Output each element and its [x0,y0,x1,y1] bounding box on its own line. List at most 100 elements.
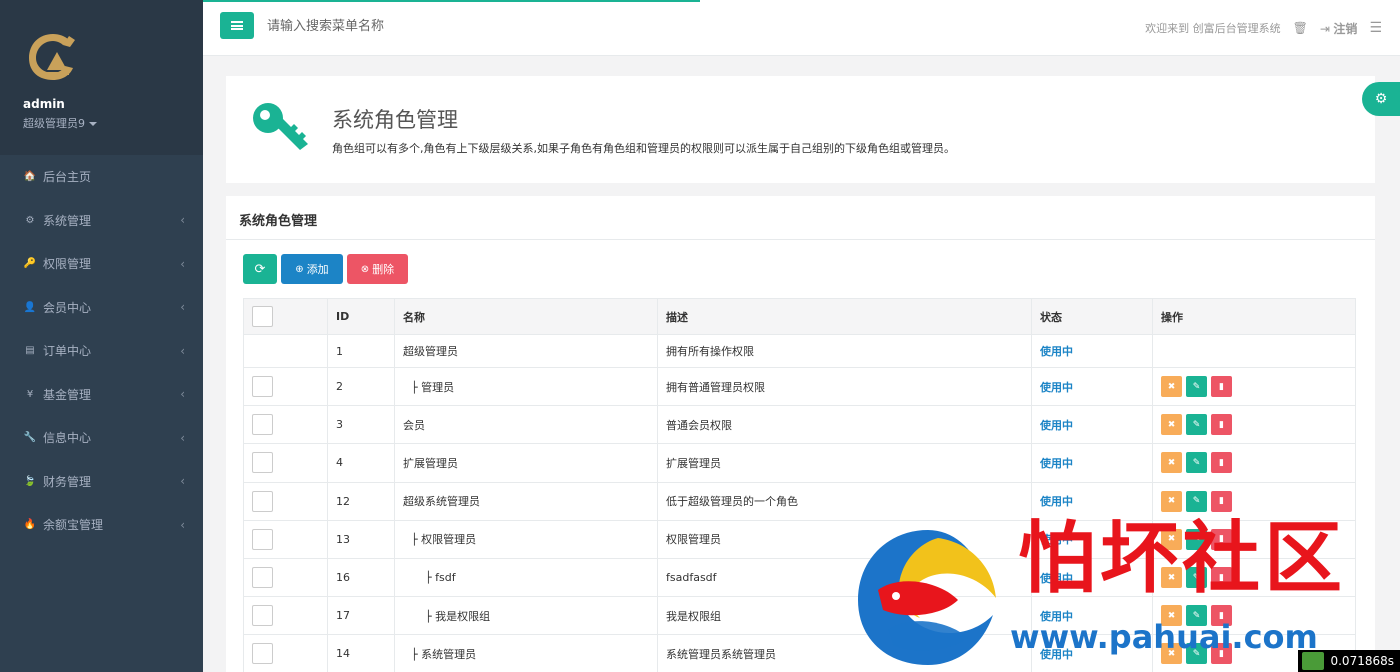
timer-logo-icon [1302,652,1325,670]
edit-icon[interactable]: ✎ [1186,452,1207,474]
close-icon[interactable]: ✖ [1161,490,1182,512]
top-header: 欢迎来到 创富后台管理系统 🗑 ⇥ 注销 ☰ [203,0,1400,56]
row-checkbox[interactable] [252,490,273,512]
row-checkbox[interactable] [252,414,273,436]
chevron-left-icon: ‹ [180,213,185,228]
status-badge: 使用中 [1031,405,1153,445]
profile-role-dropdown[interactable]: 超级管理员9 [23,115,203,131]
chevron-left-icon: ‹ [180,300,185,315]
sidebar-item-permission[interactable]: 🔑 权限管理 ‹ [0,242,203,286]
close-icon[interactable]: ✖ [1161,452,1182,474]
sidebar-item-system[interactable]: ⚙ 系统管理 ‹ [0,199,203,243]
render-timer: 0.071868s [1298,650,1400,672]
table-header-row: ID 名称 描述 状态 操作 [243,298,1356,335]
trash-icon[interactable]: 🗑 [1293,21,1308,35]
delete-button[interactable]: ⊗ 删除 [347,254,408,284]
theme-settings-tab[interactable]: ⚙ [1362,82,1400,116]
cogs-icon: ⚙ [25,214,35,226]
row-checkbox[interactable] [252,528,273,550]
row-checkbox[interactable] [252,452,273,474]
status-badge: 使用中 [1031,334,1153,368]
leaf-icon: 🍃 [23,475,37,487]
key-icon [253,103,308,150]
profile-panel: admin 超级管理员9 [0,0,203,155]
sidebar-item-member[interactable]: 👤 会员中心 ‹ [0,286,203,330]
sidebar-item-info[interactable]: 🔧 信息中心 ‹ [0,416,203,460]
edit-icon[interactable]: ✎ [1186,376,1207,398]
table-row: 2 ├ 管理员 拥有普通管理员权限 使用中 ✖ ✎ ▮ [243,366,1356,407]
chevron-left-icon: ‹ [180,387,185,402]
home-icon: 🏠 [23,171,37,183]
page-description: 角色组可以有多个,角色有上下级层级关系,如果子角色有角色组和管理员的权限则可以派… [332,142,955,155]
chevron-left-icon: ‹ [180,474,185,489]
user-icon: 👤 [23,301,37,313]
caret-down-icon [89,122,97,126]
edit-icon[interactable]: ✎ [1186,490,1207,512]
fire-icon: 🔥 [23,519,37,531]
logout-button[interactable]: ⇥ 注销 [1320,20,1358,37]
status-badge: 使用中 [1031,366,1153,407]
profile-role: 超级管理员9 [23,117,85,130]
chevron-left-icon: ‹ [180,430,185,445]
table-toolbar: ⟳ ⊕ 添加 ⊗ 删除 [243,254,408,284]
page-title: 系统角色管理 [332,108,458,132]
row-checkbox[interactable] [252,605,273,627]
sidebar-nav: 🏠 后台主页 ⚙ 系统管理 ‹ 🔑 权限管理 ‹ 👤 会员中心 ‹ ▤ 订单中心 ‹ ¥ 基金管理 ‹… [0,155,203,547]
trash-icon[interactable]: ▮ [1211,376,1232,398]
row-checkbox[interactable] [252,567,273,589]
sidebar-item-home[interactable]: 🏠 后台主页 [0,155,203,199]
sidebar-item-order[interactable]: ▤ 订单中心 ‹ [0,329,203,373]
row-checkbox[interactable] [252,376,273,398]
close-icon[interactable]: ✖ [1161,414,1182,436]
table-row: 1 超级管理员 拥有所有操作权限 使用中 [243,334,1356,368]
watermark-logo-icon [858,530,996,665]
sidebar-toggle-icon[interactable]: ☰ [1369,20,1382,36]
page-header-box: 系统角色管理 角色组可以有多个,角色有上下级层级关系,如果子角色有角色组和管理员… [226,76,1375,183]
header-name: 名称 [394,298,658,335]
edit-icon[interactable]: ✎ [1186,414,1207,436]
sidebar-item-finance[interactable]: 🍃 财务管理 ‹ [0,460,203,504]
sidebar: admin 超级管理员9 🏠 后台主页 ⚙ 系统管理 ‹ 🔑 权限管理 ‹ 👤 会员中心 ‹ … [0,0,203,672]
panel-title: 系统角色管理 [226,196,1375,240]
sidebar-item-fund[interactable]: ¥ 基金管理 ‹ [0,373,203,417]
status-badge: 使用中 [1031,443,1153,483]
close-icon[interactable]: ✖ [1161,376,1182,398]
header-select [243,298,328,335]
header-status: 状态 [1031,298,1153,335]
select-all-checkbox[interactable] [252,306,273,327]
watermark-text: 怕坏社区 [1018,514,1347,604]
sign-out-icon: ⇥ [1319,21,1330,36]
trash-icon[interactable]: ▮ [1211,414,1232,436]
table-row: 4 扩展管理员 扩展管理员 使用中 ✖ ✎ ▮ [243,443,1356,483]
plus-circle-icon: ⊕ [295,263,304,275]
chevron-left-icon: ‹ [180,517,185,532]
yen-icon: ¥ [26,388,34,400]
header-ops: 操作 [1152,298,1356,335]
refresh-button[interactable]: ⟳ [243,254,277,284]
cogs-icon: ⚙ [1374,91,1388,107]
list-icon: ▤ [25,345,35,357]
key-icon: 🔑 [23,258,37,270]
profile-username: admin [23,97,65,111]
times-circle-icon: ⊗ [360,263,370,275]
header-actions: 欢迎来到 创富后台管理系统 🗑 ⇥ 注销 ☰ [1145,0,1382,56]
header-desc: 描述 [657,298,1032,335]
chevron-left-icon: ‹ [180,343,185,358]
table-row: 3 会员 普通会员权限 使用中 ✖ ✎ ▮ [243,405,1356,445]
refresh-icon: ⟳ [254,261,266,277]
brand-logo-icon [29,34,75,80]
wrench-icon: 🔧 [23,432,37,444]
welcome-text: 欢迎来到 创富后台管理系统 [1145,22,1281,35]
hamburger-icon [231,21,243,30]
loading-progress-bar [203,0,700,2]
trash-icon[interactable]: ▮ [1211,490,1232,512]
watermark-url: www.pahuai.com [1010,618,1318,656]
trash-icon[interactable]: ▮ [1211,452,1232,474]
add-button[interactable]: ⊕ 添加 [281,254,343,284]
header-id: ID [327,298,395,335]
chevron-left-icon: ‹ [180,256,185,271]
row-checkbox[interactable] [252,643,273,665]
menu-toggle-button[interactable] [220,12,254,39]
menu-search-input[interactable] [267,14,567,38]
sidebar-item-yuebao[interactable]: 🔥 余额宝管理 ‹ [0,503,203,547]
